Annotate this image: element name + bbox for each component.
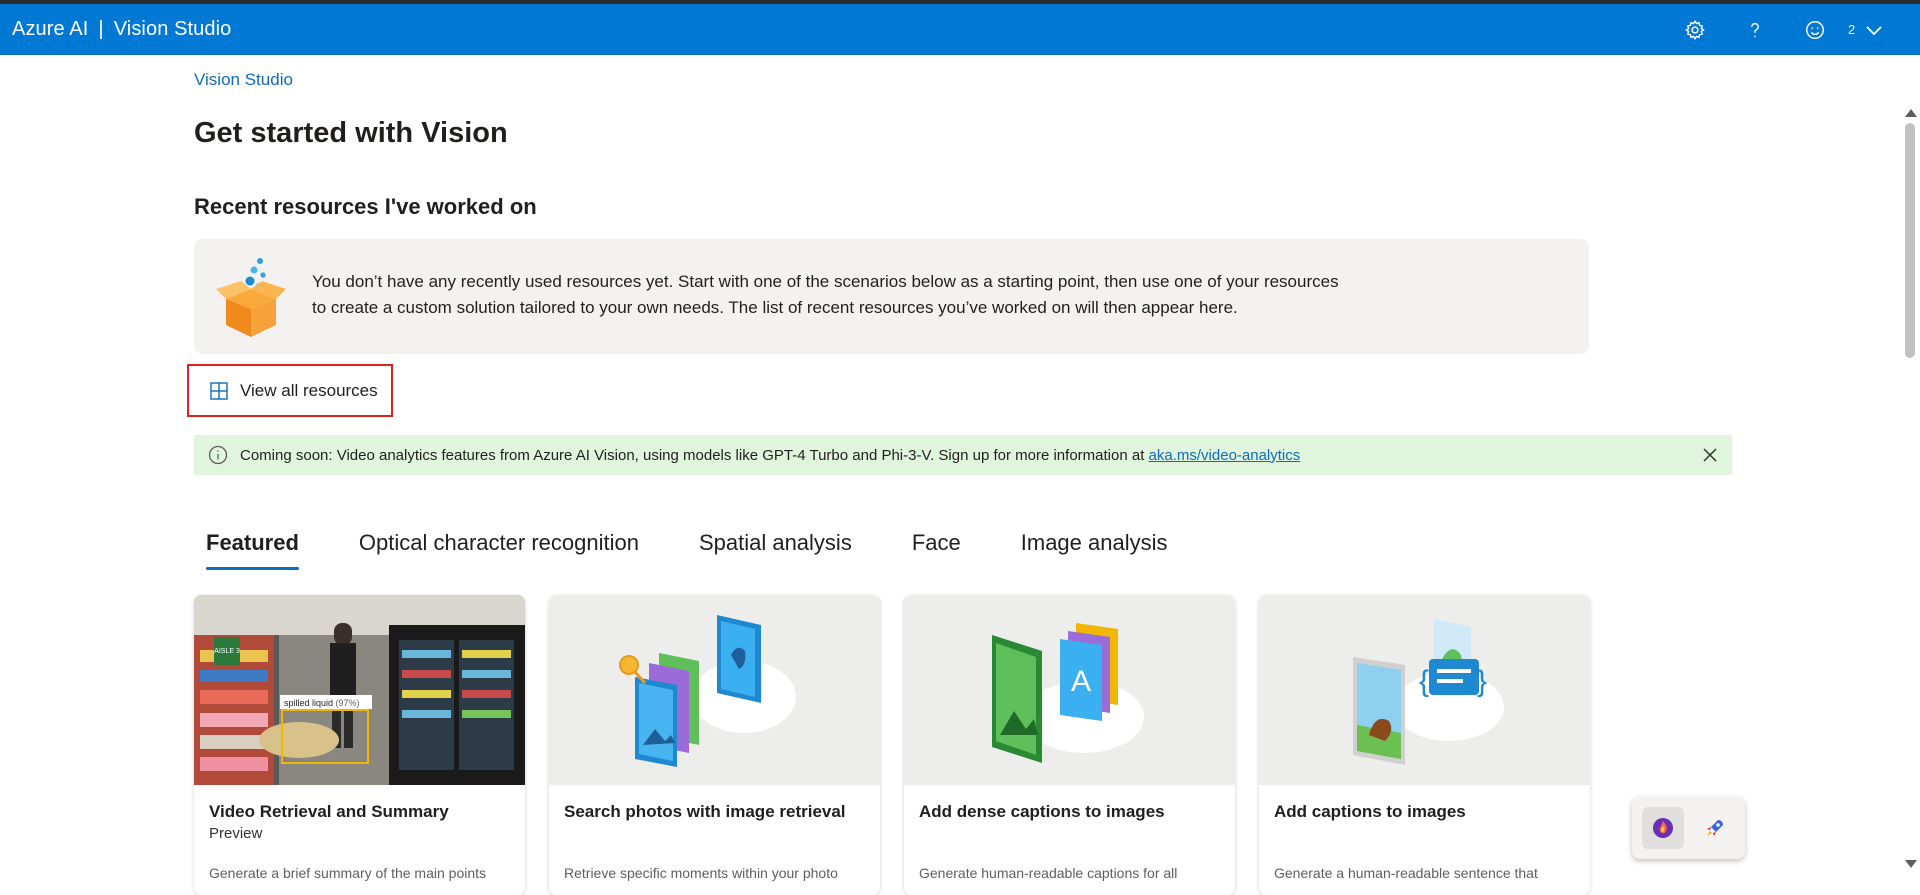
card-subtitle: Preview <box>209 825 263 842</box>
empty-message-line-1: You don’t have any recently used resourc… <box>312 272 1339 291</box>
flame-icon <box>1653 818 1673 838</box>
coming-soon-banner: Coming soon: Video analytics features fr… <box>194 435 1732 475</box>
tab-spatial-analysis[interactable]: Spatial analysis <box>687 524 864 570</box>
banner-link[interactable]: aka.ms/video-analytics <box>1149 447 1301 464</box>
rocket-icon <box>1707 820 1723 836</box>
svg-text:spilled liquid (97%): spilled liquid (97%) <box>284 698 360 708</box>
tab-optical-character-recognition[interactable]: Optical character recognition <box>347 524 651 570</box>
card-dense-captions[interactable]: A Add dense captions to images Generate … <box>904 595 1235 895</box>
grid-icon <box>210 381 228 400</box>
captions-illustration: { } <box>1259 595 1590 785</box>
overlay-confidence: (97%) <box>336 698 360 708</box>
view-all-resources-label: View all resources <box>240 380 378 400</box>
rocket-button[interactable] <box>1694 807 1736 849</box>
image-retrieval-illustration <box>549 595 880 785</box>
page-scrollbar[interactable] <box>1902 105 1918 874</box>
card-title: Add dense captions to images <box>919 802 1165 821</box>
account-badge: 2 <box>1848 22 1856 37</box>
help-icon[interactable] <box>1735 4 1775 55</box>
page-title: Get started with Vision <box>194 117 508 149</box>
card-title: Add captions to images <box>1274 802 1466 821</box>
app-brand[interactable]: Azure AI | Vision Studio <box>12 4 231 55</box>
overlay-label: spilled liquid <box>284 698 333 708</box>
store-aisle-image: AISLE 3 spilled liquid (97%) <box>194 595 525 785</box>
chevron-down-icon <box>1866 25 1882 35</box>
card-video-retrieval[interactable]: AISLE 3 spilled liquid (97%) Video Retri… <box>194 595 525 895</box>
app-header: Azure AI | Vision Studio 2 <box>0 4 1920 55</box>
account-menu[interactable]: 2 <box>1848 4 1883 55</box>
svg-text:}: } <box>1477 665 1487 698</box>
view-all-resources-button[interactable]: View all resources <box>187 364 393 417</box>
settings-icon[interactable] <box>1675 4 1715 55</box>
scroll-thumb[interactable] <box>1905 123 1915 358</box>
card-title: Search photos with image retrieval <box>564 802 846 821</box>
tab-face[interactable]: Face <box>900 524 973 570</box>
scenario-tabs: Featured Optical character recognition S… <box>194 524 1216 570</box>
scroll-down-arrow[interactable] <box>1905 860 1917 868</box>
scroll-up-arrow[interactable] <box>1905 109 1917 117</box>
card-description: Generate human-readable captions for all <box>919 865 1178 881</box>
svg-text:A: A <box>1071 665 1091 698</box>
info-icon <box>208 445 228 465</box>
recent-resources-title: Recent resources I've worked on <box>194 194 537 219</box>
card-add-captions[interactable]: { } Add captions to images Generate a hu… <box>1259 595 1590 895</box>
card-title: Video Retrieval and Summary <box>209 802 449 821</box>
brand-separator: | <box>98 18 104 40</box>
card-description: Retrieve specific moments within your ph… <box>564 865 838 881</box>
banner-message: Coming soon: Video analytics features fr… <box>240 446 1149 464</box>
copilot-flame-button[interactable] <box>1642 807 1684 849</box>
card-description: Generate a brief summary of the main poi… <box>209 865 487 881</box>
floating-toolbar <box>1632 797 1745 859</box>
open-box-icon <box>216 258 286 337</box>
brand-vision-studio: Vision Studio <box>113 18 232 40</box>
brand-azure-ai: Azure AI <box>12 18 89 40</box>
dense-captions-illustration: A <box>904 595 1235 785</box>
card-description: Generate a human-readable sentence that <box>1274 865 1538 881</box>
card-image-retrieval[interactable]: Search photos with image retrieval Retri… <box>549 595 880 895</box>
empty-message-line-2: to create a custom solution tailored to … <box>312 298 1238 317</box>
close-icon[interactable] <box>1700 445 1720 465</box>
banner-text: Coming soon: Video analytics features fr… <box>240 447 1300 464</box>
tab-featured[interactable]: Featured <box>194 524 311 570</box>
aisle-sign: AISLE 3 <box>214 648 240 655</box>
breadcrumb[interactable]: Vision Studio <box>194 70 293 90</box>
feedback-smiley-icon[interactable] <box>1795 4 1835 55</box>
svg-text:{: { <box>1419 665 1429 698</box>
tab-image-analysis[interactable]: Image analysis <box>1009 524 1180 570</box>
recent-resources-empty-card: You don’t have any recently used resourc… <box>194 239 1589 354</box>
